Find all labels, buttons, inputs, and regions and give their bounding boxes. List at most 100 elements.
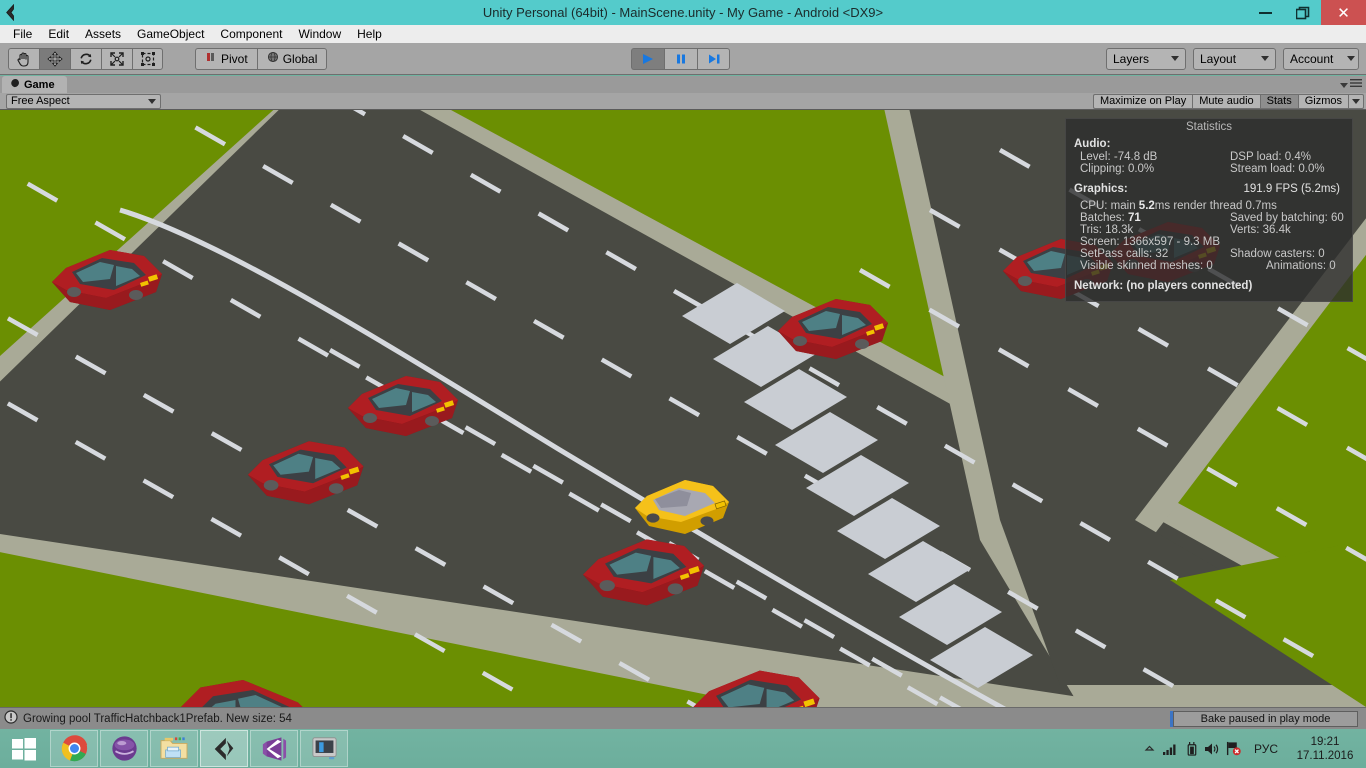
graphics-saved-batching: Saved by batching: 60 <box>1230 212 1344 224</box>
minimize-button[interactable] <box>1247 0 1284 25</box>
start-button[interactable] <box>0 729 48 768</box>
layers-label: Layers <box>1113 51 1150 66</box>
tab-game-label: Game <box>24 78 55 91</box>
pivot-group: Pivot Global <box>195 47 328 70</box>
batches-value: 71 <box>1127 212 1141 224</box>
global-button[interactable]: Global <box>256 47 328 70</box>
scale-tool-button[interactable] <box>101 47 132 70</box>
pause-button[interactable] <box>664 47 697 70</box>
step-button[interactable] <box>697 47 730 70</box>
tab-game[interactable]: Game <box>2 76 67 93</box>
pivot-button[interactable]: Pivot <box>195 47 257 70</box>
audio-level: Level: -74.8 dB <box>1080 151 1158 163</box>
tray-expand-icon[interactable] <box>1139 729 1160 768</box>
menu-bar: File Edit Assets GameObject Component Wi… <box>0 25 1366 43</box>
graphics-header-label: Graphics: <box>1074 183 1128 195</box>
network-section: Network: (no players connected) <box>1074 280 1253 292</box>
bake-status-button[interactable]: Bake paused in play mode <box>1173 710 1358 727</box>
audio-stream-load: Stream load: 0.0% <box>1230 163 1325 175</box>
hand-tool-button[interactable] <box>8 47 39 70</box>
statistics-title: Statistics <box>1185 121 1232 133</box>
global-label: Global <box>282 51 318 66</box>
taskbar-eclipse[interactable] <box>100 730 148 767</box>
chevron-down-icon <box>148 98 156 104</box>
network-error-icon[interactable] <box>1223 729 1244 768</box>
battery-icon[interactable] <box>1181 729 1202 768</box>
graphics-animations: Animations: 0 <box>1266 260 1336 272</box>
graphics-batches: Batches: 71 <box>1080 212 1230 224</box>
system-tray: РУС 19:21 17.11.2016 <box>1139 729 1366 768</box>
menu-window[interactable]: Window <box>290 25 349 43</box>
audio-row-level: Level: -74.8 dB DSP load: 0.4% <box>1066 151 1352 163</box>
tab-options-group <box>1340 78 1362 92</box>
window-controls: ✕ <box>1247 0 1366 25</box>
account-label: Account <box>1290 51 1334 66</box>
status-message: Growing pool TrafficHatchback1Prefab. Ne… <box>23 712 292 725</box>
windows-taskbar: РУС 19:21 17.11.2016 <box>0 729 1366 768</box>
move-tool-button[interactable] <box>39 47 70 70</box>
stats-toggle[interactable]: Stats <box>1259 93 1298 109</box>
graphics-screen: Screen: 1366x597 - 9.3 MB <box>1080 236 1220 248</box>
cpu-suffix: ms render thread 0.7ms <box>1154 200 1277 212</box>
toolbar-right-group: Layers Layout Account <box>1106 47 1359 70</box>
graphics-setpass: SetPass calls: 32 <box>1080 248 1169 260</box>
rotate-tool-button[interactable] <box>70 47 101 70</box>
close-button[interactable]: ✕ <box>1321 0 1366 25</box>
playback-controls <box>631 47 730 70</box>
menu-gameobject[interactable]: GameObject <box>129 25 212 43</box>
warning-icon <box>4 710 18 727</box>
graphics-cpu: CPU: main 5.2ms render thread 0.7ms <box>1066 200 1352 212</box>
taskbar-android-emulator[interactable] <box>300 730 348 767</box>
menu-component[interactable]: Component <box>212 25 290 43</box>
taskbar-visual-studio[interactable] <box>250 730 298 767</box>
taskbar-unity[interactable] <box>200 730 248 767</box>
mute-audio-toggle[interactable]: Mute audio <box>1192 93 1260 109</box>
menu-edit[interactable]: Edit <box>40 25 77 43</box>
taskbar-file-explorer[interactable] <box>150 730 198 767</box>
statistics-panel: Statistics Audio: Level: -74.8 dB DSP lo… <box>1065 118 1353 302</box>
graphics-skinned-meshes: Visible skinned meshes: 0 <box>1080 260 1213 272</box>
taskbar-chrome[interactable] <box>50 730 98 767</box>
unity-status-bar: Growing pool TrafficHatchback1Prefab. Ne… <box>0 707 1366 729</box>
hamburger-menu-icon[interactable] <box>1350 78 1362 92</box>
language-indicator[interactable]: РУС <box>1244 742 1288 756</box>
graphics-row-tris: Tris: 18.3k Verts: 36.4k <box>1066 224 1352 236</box>
audio-section-header: Audio: <box>1074 138 1111 150</box>
graphics-tris: Tris: 18.3k <box>1080 224 1134 236</box>
chevron-down-icon <box>1347 56 1356 61</box>
clock[interactable]: 19:21 17.11.2016 <box>1288 735 1366 763</box>
tab-dropdown-icon[interactable] <box>1340 82 1348 88</box>
gizmos-toggle[interactable]: Gizmos <box>1297 93 1348 109</box>
layout-dropdown[interactable]: Layout <box>1193 47 1276 70</box>
aspect-ratio-dropdown[interactable]: Free Aspect <box>6 93 161 109</box>
play-button[interactable] <box>631 47 664 70</box>
menu-assets[interactable]: Assets <box>77 25 129 43</box>
panel-tab-row: Game <box>0 76 1366 93</box>
status-message-group[interactable]: Growing pool TrafficHatchback1Prefab. Ne… <box>4 710 292 727</box>
graphics-section-header: Graphics: 191.9 FPS (5.2ms) <box>1066 182 1352 196</box>
graphics-shadow-casters: Shadow casters: 0 <box>1230 248 1325 260</box>
account-dropdown[interactable]: Account <box>1283 47 1359 70</box>
pivot-label: Pivot <box>221 51 248 66</box>
graphics-row-skinned: Visible skinned meshes: 0 Animations: 0 <box>1066 260 1352 272</box>
menu-help[interactable]: Help <box>349 25 390 43</box>
audio-clipping: Clipping: 0.0% <box>1080 163 1155 175</box>
window-title: Unity Personal (64bit) - MainScene.unity… <box>482 5 884 20</box>
maximize-on-play-toggle[interactable]: Maximize on Play <box>1093 93 1193 109</box>
volume-icon[interactable] <box>1202 729 1223 768</box>
graphics-verts: Verts: 36.4k <box>1230 224 1291 236</box>
game-view-canvas[interactable]: Statistics Audio: Level: -74.8 dB DSP lo… <box>0 110 1366 707</box>
rect-tool-button[interactable] <box>132 47 163 70</box>
transform-tools <box>8 47 163 70</box>
network-signal-icon[interactable] <box>1160 729 1181 768</box>
cpu-main-value: 5.2 <box>1138 200 1155 212</box>
menu-file[interactable]: File <box>5 25 40 43</box>
main-toolbar: Pivot Global Layers Layout Account <box>0 43 1366 75</box>
gizmos-dropdown[interactable] <box>1348 93 1364 109</box>
restore-button[interactable] <box>1284 0 1321 25</box>
clock-date: 17.11.2016 <box>1296 749 1354 762</box>
game-view-toggles: Maximize on Play Mute audio Stats Gizmos <box>1093 93 1364 109</box>
layers-dropdown[interactable]: Layers <box>1106 47 1186 70</box>
cpu-prefix: CPU: main <box>1080 200 1139 212</box>
layout-label: Layout <box>1200 51 1237 66</box>
